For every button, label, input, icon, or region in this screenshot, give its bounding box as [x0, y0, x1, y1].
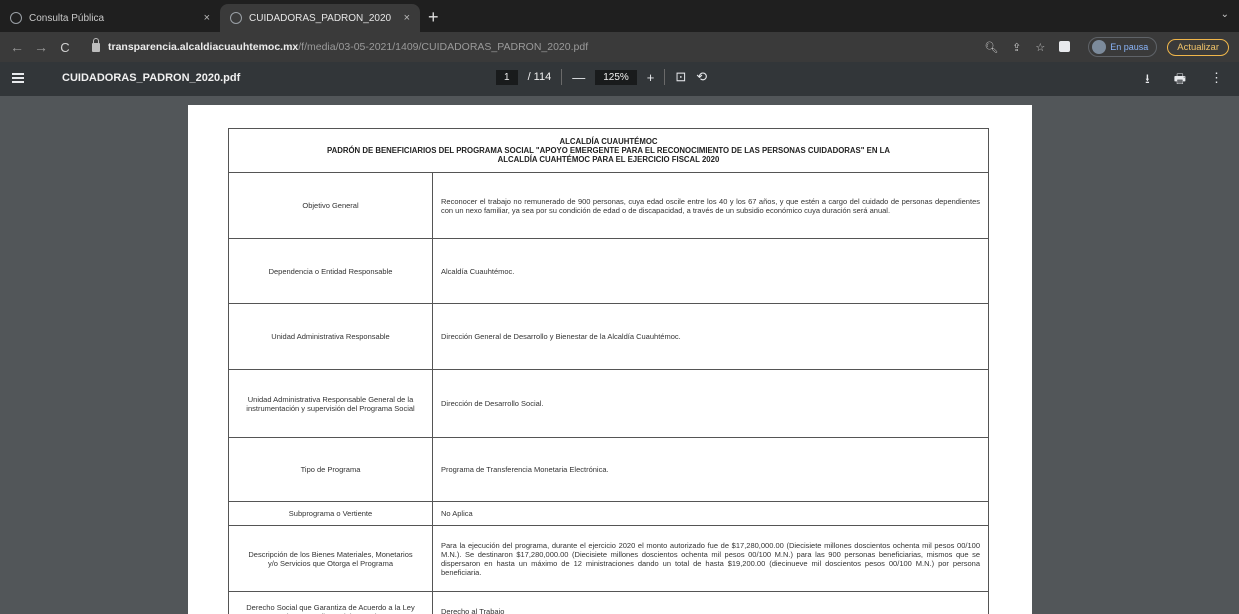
- close-tab-icon[interactable]: ×: [404, 12, 410, 24]
- row-value: Derecho al Trabajo: [432, 591, 989, 614]
- rotate-icon[interactable]: ⟲: [696, 69, 707, 85]
- divider: [561, 69, 563, 85]
- beneficiaries-table: ALCALDÍA CUAUHTÉMOC PADRÓN DE BENEFICIAR…: [228, 128, 989, 614]
- tab-search-icon[interactable]: ⌄: [1221, 9, 1229, 20]
- row-label: Unidad Administrativa Responsable Genera…: [228, 369, 433, 438]
- profile-status: En pausa: [1110, 42, 1149, 52]
- globe-icon: [10, 12, 22, 24]
- table-row: Tipo de Programa Programa de Transferenc…: [228, 437, 989, 502]
- reload-icon[interactable]: C: [58, 40, 72, 55]
- table-row: Objetivo General Reconocer el trabajo no…: [228, 172, 989, 239]
- lock-icon[interactable]: [92, 37, 100, 52]
- row-label: Unidad Administrativa Responsable: [228, 303, 433, 370]
- url-host: transparencia.alcaldiacuauhtemoc.mx: [108, 41, 299, 53]
- pdf-toolbar: CUIDADORAS_PADRON_2020.pdf 1 / 114 — 125…: [0, 62, 1239, 96]
- row-value: Dirección de Desarrollo Social.: [432, 369, 989, 438]
- tab-cuidadoras-pdf[interactable]: CUIDADORAS_PADRON_2020 ×: [220, 4, 420, 32]
- header-line: PADRÓN DE BENEFICIARIOS DEL PROGRAMA SOC…: [326, 146, 891, 155]
- table-row: Derecho Social que Garantiza de Acuerdo …: [228, 591, 989, 614]
- globe-icon: [230, 12, 242, 24]
- row-label: Tipo de Programa: [228, 437, 433, 502]
- tab-title: CUIDADORAS_PADRON_2020: [249, 12, 392, 24]
- pdf-actions: ⭳ 🖶︎ ⋮: [1145, 70, 1223, 92]
- table-row: Subprograma o Vertiente No Aplica: [228, 501, 989, 526]
- avatar: [1092, 40, 1107, 54]
- more-options-icon[interactable]: ⋮: [1210, 70, 1223, 92]
- row-value: Reconocer el trabajo no remunerado de 90…: [432, 172, 989, 239]
- pdf-page: ALCALDÍA CUAUHTÉMOC PADRÓN DE BENEFICIAR…: [188, 105, 1032, 614]
- header-line: ALCALDÍA CUAHTÉMOC PARA EL EJERCICIO FIS…: [497, 155, 720, 164]
- row-value: No Aplica: [432, 501, 989, 526]
- pdf-title: CUIDADORAS_PADRON_2020.pdf: [62, 72, 241, 84]
- table-row: Unidad Administrativa Responsable Genera…: [228, 369, 989, 438]
- table-row: Dependencia o Entidad Responsable Alcald…: [228, 238, 989, 304]
- browser-toolbar: ← → C transparencia.alcaldiacuauhtemoc.m…: [0, 32, 1239, 62]
- row-label: Descripción de los Bienes Materiales, Mo…: [228, 525, 433, 592]
- divider: [664, 69, 666, 85]
- zoom-level-input[interactable]: 125%: [595, 69, 637, 85]
- row-value: Programa de Transferencia Monetaria Elec…: [432, 437, 989, 502]
- tab-title: Consulta Pública: [29, 12, 105, 24]
- pdf-page-controls: 1 / 114 — 125% + ⊡ ⟲: [496, 69, 707, 85]
- url-path: /f/media/03-05-2021/1409/CUIDADORAS_PADR…: [298, 41, 589, 53]
- fit-page-icon[interactable]: ⊡: [675, 69, 686, 85]
- back-icon[interactable]: ←: [10, 39, 24, 55]
- row-value: Para la ejecución del programa, durante …: [432, 525, 989, 592]
- page-total: / 114: [527, 71, 552, 83]
- update-button[interactable]: Actualizar: [1167, 38, 1229, 56]
- sidepanel-icon[interactable]: [1059, 40, 1071, 52]
- tab-strip: Consulta Pública × CUIDADORAS_PADRON_202…: [0, 0, 1239, 32]
- row-label: Dependencia o Entidad Responsable: [228, 238, 433, 304]
- tab-consulta-publica[interactable]: Consulta Pública ×: [0, 4, 220, 32]
- header-line: ALCALDÍA CUAUHTÉMOC: [559, 137, 658, 146]
- download-icon[interactable]: ⭳: [1145, 70, 1150, 92]
- page-number-input[interactable]: 1: [496, 69, 518, 85]
- bookmark-star-icon[interactable]: ☆: [1035, 41, 1045, 54]
- address-bar[interactable]: transparencia.alcaldiacuauhtemoc.mx/f/me…: [82, 36, 974, 58]
- new-tab-button[interactable]: +: [428, 4, 439, 32]
- address-bar-actions: 🔍︎ ⇪ ☆: [984, 40, 1071, 54]
- table-row: Descripción de los Bienes Materiales, Mo…: [228, 525, 989, 592]
- print-icon[interactable]: 🖶︎: [1174, 70, 1186, 92]
- row-label: Derecho Social que Garantiza de Acuerdo …: [228, 591, 433, 614]
- row-value: Alcaldía Cuauhtémoc.: [432, 238, 989, 304]
- row-value: Dirección General de Desarrollo y Bienes…: [432, 303, 989, 370]
- zoom-out-button[interactable]: —: [572, 70, 585, 85]
- row-label: Objetivo General: [228, 172, 433, 239]
- forward-icon[interactable]: →: [34, 39, 48, 55]
- share-icon[interactable]: ⇪: [1012, 41, 1021, 54]
- close-tab-icon[interactable]: ×: [204, 12, 210, 24]
- table-row: Unidad Administrativa Responsable Direcc…: [228, 303, 989, 370]
- profile-button[interactable]: En pausa: [1088, 37, 1158, 57]
- row-label: Subprograma o Vertiente: [228, 501, 433, 526]
- zoom-icon[interactable]: 🔍︎: [984, 41, 998, 54]
- zoom-in-button[interactable]: +: [647, 70, 655, 85]
- document-header: ALCALDÍA CUAUHTÉMOC PADRÓN DE BENEFICIAR…: [228, 128, 989, 173]
- menu-icon[interactable]: [12, 73, 24, 83]
